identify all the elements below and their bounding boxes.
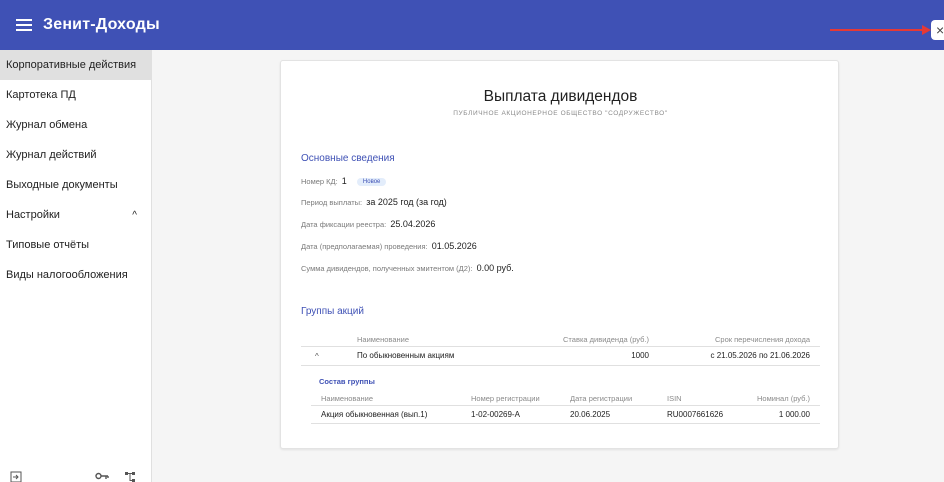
sidebar-item-label: Настройки <box>6 209 60 221</box>
dividend-sum-value: 0.00 руб. <box>476 263 514 273</box>
payment-date-label: Дата (предполагаемая) проведения: <box>301 242 428 251</box>
page-title: Выплата дивидендов <box>483 88 638 105</box>
exit-icon[interactable] <box>10 471 22 482</box>
sidebar-item-settings[interactable]: Настройки ^ <box>0 200 151 230</box>
table-row[interactable]: ^ По обыкновенным акциям 1000 с 21.05.20… <box>301 348 820 366</box>
col-term: Срок перечисления дохода <box>714 335 810 344</box>
share-reg-date: 20.06.2025 <box>570 410 611 419</box>
kd-number-value: 1 <box>341 176 347 186</box>
sidebar-item-corporate-actions[interactable]: Корпоративные действия <box>0 50 151 80</box>
issuer-name: ПУБЛИЧНОЕ АКЦИОНЕРНОЕ ОБЩЕСТВО "СОДРУЖЕС… <box>453 110 668 117</box>
share-nominal: 1 000.00 <box>778 410 810 419</box>
sidebar-item-label: Виды налогообложения <box>6 269 128 281</box>
table-row[interactable]: Акция обыкновенная (вып.1) 1-02-00269-А … <box>311 407 820 424</box>
sidebar-item-exchange-log[interactable]: Журнал обмена <box>0 110 151 140</box>
share-isin: RU0007661626 <box>667 410 724 419</box>
composition-table-header: Наименование Номер регистрации Дата реги… <box>311 392 820 406</box>
sidebar-item-action-log[interactable]: Журнал действий <box>0 140 151 170</box>
sidebar-item-standard-reports[interactable]: Типовые отчёты <box>0 230 151 260</box>
col-reg-date: Дата регистрации <box>570 394 633 403</box>
period-value: за 2025 год (за год) <box>366 197 447 207</box>
sidebar-item-tax-types[interactable]: Виды налогообложения <box>0 260 151 290</box>
col-isin: ISIN <box>667 394 682 403</box>
app-title: Зенит-Доходы <box>43 16 160 33</box>
group-rate: 1000 <box>631 351 649 360</box>
dividend-card: Выплата дивидендов ПУБЛИЧНОЕ АКЦИОНЕРНОЕ… <box>280 60 839 449</box>
sidebar-item-label: Корпоративные действия <box>6 59 137 71</box>
registry-date-value: 25.04.2026 <box>390 219 436 229</box>
registry-date-label: Дата фиксации реестра: <box>301 220 387 229</box>
section-basic-title: Основные сведения <box>301 153 395 164</box>
red-arrow-head <box>922 25 931 35</box>
share-reg-no: 1-02-00269-А <box>471 410 520 419</box>
key-icon[interactable] <box>95 471 109 482</box>
status-badge: Новое <box>356 178 387 186</box>
menu-icon[interactable] <box>16 19 32 31</box>
col-reg-no: Номер регистрации <box>471 394 540 403</box>
group-term: с 21.05.2026 по 21.06.2026 <box>710 351 810 360</box>
close-icon[interactable]: × <box>931 20 944 40</box>
group-name: По обыкновенным акциям <box>357 351 455 360</box>
chevron-up-icon: ^ <box>132 209 137 221</box>
payment-date-row: Дата (предполагаемая) проведения: 01.05.… <box>301 241 477 251</box>
sidebar: Корпоративные действия Картотека ПД Журн… <box>0 50 152 482</box>
composition-title: Состав группы <box>319 377 375 386</box>
dividend-sum-row: Сумма дивидендов, полученных эмитентом (… <box>301 263 514 273</box>
kd-number-row: Номер КД: 1 Новое <box>301 176 387 186</box>
chevron-up-icon[interactable]: ^ <box>315 352 319 361</box>
sidebar-item-output-docs[interactable]: Выходные документы <box>0 170 151 200</box>
col-name: Наименование <box>357 335 409 344</box>
col-share-name: Наименование <box>321 394 373 403</box>
sidebar-item-label: Журнал действий <box>6 149 97 161</box>
period-row: Период выплаты: за 2025 год (за год) <box>301 197 447 207</box>
kd-number-label: Номер КД: <box>301 177 338 186</box>
tree-icon[interactable] <box>124 471 136 482</box>
col-nominal: Номинал (руб.) <box>756 394 810 403</box>
period-label: Период выплаты: <box>301 198 363 207</box>
share-name: Акция обыкновенная (вып.1) <box>321 410 428 419</box>
red-arrow-annotation <box>830 29 926 31</box>
sidebar-item-pd-file[interactable]: Картотека ПД <box>0 80 151 110</box>
sidebar-item-label: Журнал обмена <box>6 119 88 131</box>
sidebar-item-label: Выходные документы <box>6 179 118 191</box>
col-rate: Ставка дивиденда (руб.) <box>563 335 649 344</box>
groups-table-header: Наименование Ставка дивиденда (руб.) Сро… <box>301 332 820 347</box>
sidebar-item-label: Типовые отчёты <box>6 239 90 251</box>
dividend-sum-label: Сумма дивидендов, полученных эмитентом (… <box>301 264 473 273</box>
sidebar-footer <box>0 471 152 482</box>
sidebar-item-label: Картотека ПД <box>6 89 76 101</box>
app-header: Зенит-Доходы × <box>0 0 944 50</box>
registry-date-row: Дата фиксации реестра: 25.04.2026 <box>301 219 435 229</box>
section-groups-title: Группы акций <box>301 306 364 317</box>
payment-date-value: 01.05.2026 <box>431 241 477 251</box>
